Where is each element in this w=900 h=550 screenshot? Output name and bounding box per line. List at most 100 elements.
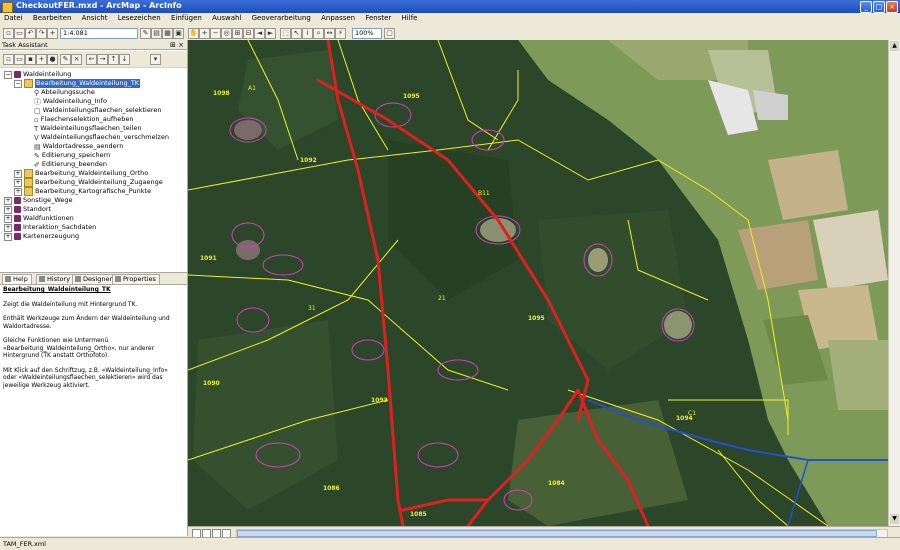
find-icon[interactable]: ⌕ [313, 28, 324, 39]
open-icon[interactable]: ▭ [14, 28, 25, 39]
menu-hilfe[interactable]: Hilfe [398, 13, 422, 23]
scroll-down-icon[interactable]: ▼ [890, 514, 899, 524]
menu-anpassen[interactable]: Anpassen [317, 13, 359, 23]
close-button[interactable]: × [886, 1, 898, 13]
expand-icon[interactable]: + [14, 178, 22, 187]
tab-help[interactable]: Help [2, 274, 32, 284]
tree-item-bearbeitung-tk[interactable]: − Bearbeitung_Waldeinteilung_TK [14, 79, 141, 88]
tree-item-sonstige-wege[interactable]: + Sonstige_Wege [4, 196, 73, 205]
move-left-icon[interactable]: ← [86, 54, 97, 65]
task-open-icon[interactable]: ▭ [14, 54, 25, 65]
fixed-zoom-in-icon[interactable]: ⊞ [232, 28, 243, 39]
tab-designer[interactable]: Designer [72, 274, 117, 284]
tree-item-waldortadresse[interactable]: ▤ Waldortadresse_aendern [34, 142, 123, 151]
tree-label: Editierung_speichern [41, 151, 111, 159]
tree-item-waldeinteilung-info[interactable]: ⓘ Waldeinteilung_Info [34, 97, 107, 106]
scroll-thumb[interactable] [237, 530, 877, 537]
hyperlink-icon[interactable]: ⚡ [335, 28, 346, 39]
expand-icon[interactable]: + [4, 196, 12, 205]
full-extent-icon[interactable]: ◎ [221, 28, 232, 39]
options-dropdown-icon[interactable]: ▾ [150, 54, 161, 65]
move-right-icon[interactable]: → [97, 54, 108, 65]
title-bar: CheckoutFER.mxd - ArcMap - ArcInfo _ □ × [0, 0, 900, 13]
move-down-icon[interactable]: ↓ [119, 54, 130, 65]
select-elements-icon[interactable]: ↖ [291, 28, 302, 39]
expand-icon[interactable]: + [14, 169, 22, 178]
menu-fenster[interactable]: Fenster [361, 13, 395, 23]
task-edit-icon[interactable]: ✎ [60, 54, 71, 65]
tree-item-standort[interactable]: + Standort [4, 205, 51, 214]
tree-item-selektion-aufheben[interactable]: ▫ Flaechenselektion_aufheben [34, 115, 134, 124]
task-save-icon[interactable]: ▪ [25, 54, 36, 65]
tree-item-bearbeitung-ortho[interactable]: + Bearbeitung_Waldeinteilung_Ortho [14, 169, 148, 178]
tab-properties[interactable]: Properties [112, 274, 160, 284]
menu-bearbeiten[interactable]: Bearbeiten [29, 13, 75, 23]
tree-item-flaechen-verschmelzen[interactable]: V Waldeinteilungsflaechen_verschmelzen [34, 133, 169, 142]
tree-item-bearbeitung-zugaenge[interactable]: + Bearbeitung_Waldeinteilung_Zugaenge [14, 178, 163, 187]
tab-history[interactable]: History [36, 274, 75, 284]
undo-icon[interactable]: ↶ [25, 28, 36, 39]
help-icon [5, 276, 11, 282]
tree-item-kartenerzeugung[interactable]: + Kartenerzeugung [4, 232, 79, 241]
zoom-out-icon[interactable]: − [210, 28, 221, 39]
toolbox-icon[interactable]: ▦ [162, 28, 173, 39]
tree-item-abteilungssuche[interactable]: ⚲ Abteilungssuche [34, 88, 95, 97]
new-icon[interactable]: ▫ [3, 28, 14, 39]
zoom-in-icon[interactable]: + [199, 28, 210, 39]
task-delete-icon[interactable]: × [71, 54, 82, 65]
menu-geoverarbeitung[interactable]: Geoverarbeitung [248, 13, 315, 23]
menu-datei[interactable]: Datei [0, 13, 27, 23]
expand-icon[interactable]: + [14, 187, 22, 196]
expand-icon[interactable]: + [4, 232, 12, 241]
expand-icon[interactable]: + [4, 223, 12, 232]
fixed-zoom-out-icon[interactable]: ⊟ [243, 28, 254, 39]
zoom-level-select[interactable]: 100% [352, 28, 382, 39]
add-data-icon[interactable]: + [47, 28, 58, 39]
tree-item-interaktion-sachdaten[interactable]: + Interaktion_Sachdaten [4, 223, 96, 232]
scale-input[interactable]: 1:4.081 [60, 28, 138, 39]
task-add-icon[interactable]: + [36, 54, 47, 65]
menu-einfuegen[interactable]: Einfügen [167, 13, 206, 23]
collapse-icon[interactable]: − [14, 79, 22, 88]
expand-icon[interactable]: + [4, 205, 12, 214]
pan-icon[interactable]: ✋ [188, 28, 199, 39]
select-features-icon[interactable]: ⬚ [280, 28, 291, 39]
menu-lesezeichen[interactable]: Lesezeichen [114, 13, 165, 23]
move-up-icon[interactable]: ↑ [108, 54, 119, 65]
back-extent-icon[interactable]: ◄ [254, 28, 265, 39]
catalog-icon[interactable]: ▤ [151, 28, 162, 39]
tree-item-kartografische-punkte[interactable]: + Bearbeitung_Kartografische_Punkte [14, 187, 151, 196]
tree-item-waldeinteilung[interactable]: − Waldeinteilung [4, 70, 71, 79]
tree-item-editierung-beenden[interactable]: ✐ Editierung_beenden [34, 160, 107, 169]
menu-auswahl[interactable]: Auswahl [208, 13, 245, 23]
tree-item-waldfunktionen[interactable]: + Waldfunktionen [4, 214, 74, 223]
tree-item-editierung-speichern[interactable]: ✎ Editierung_speichern [34, 151, 110, 160]
minimize-button[interactable]: _ [860, 1, 872, 13]
map-vertical-scrollbar[interactable]: ▲ ▼ [888, 40, 900, 526]
redo-icon[interactable]: ↷ [36, 28, 47, 39]
collapse-icon[interactable]: − [4, 70, 12, 79]
tree-label: Abteilungssuche [41, 88, 95, 96]
task-new-icon[interactable]: ▫ [3, 54, 14, 65]
tree-label: Bearbeitung_Waldeinteilung_Ortho [35, 169, 149, 177]
maximize-button[interactable]: □ [873, 1, 885, 13]
tree-item-flaechen-selektieren[interactable]: ▢ Waldeinteilungsflaechen_selektieren [34, 106, 161, 115]
python-icon[interactable]: ▣ [173, 28, 184, 39]
menu-ansicht[interactable]: Ansicht [78, 13, 112, 23]
tree-item-flaechen-teilen[interactable]: T Waldeinteilungsflaechen_teilen [34, 124, 141, 133]
book-icon [14, 197, 21, 204]
task-stop-icon[interactable]: ● [47, 54, 58, 65]
forward-extent-icon[interactable]: ► [265, 28, 276, 39]
menu-bar: Datei Bearbeiten Ansicht Lesezeichen Ein… [0, 13, 900, 27]
tree-label: Bearbeitung_Waldeinteilung_TK [35, 79, 141, 88]
layout-zoom-icon[interactable]: ▢ [384, 28, 395, 39]
tree-label: Interaktion_Sachdaten [23, 223, 97, 231]
expand-icon[interactable]: + [4, 214, 12, 223]
scroll-up-icon[interactable]: ▲ [890, 41, 899, 51]
measure-icon[interactable]: ↔ [324, 28, 335, 39]
map-view[interactable]: 1098 1095 1092 1091 1090 1093 1095 1094 … [188, 40, 888, 526]
pin-close-icon[interactable]: ⊞ × [170, 40, 184, 50]
tab-label: Designer [83, 275, 113, 283]
identify-icon[interactable]: i [302, 28, 313, 39]
editor-icon[interactable]: ✎ [140, 28, 151, 39]
